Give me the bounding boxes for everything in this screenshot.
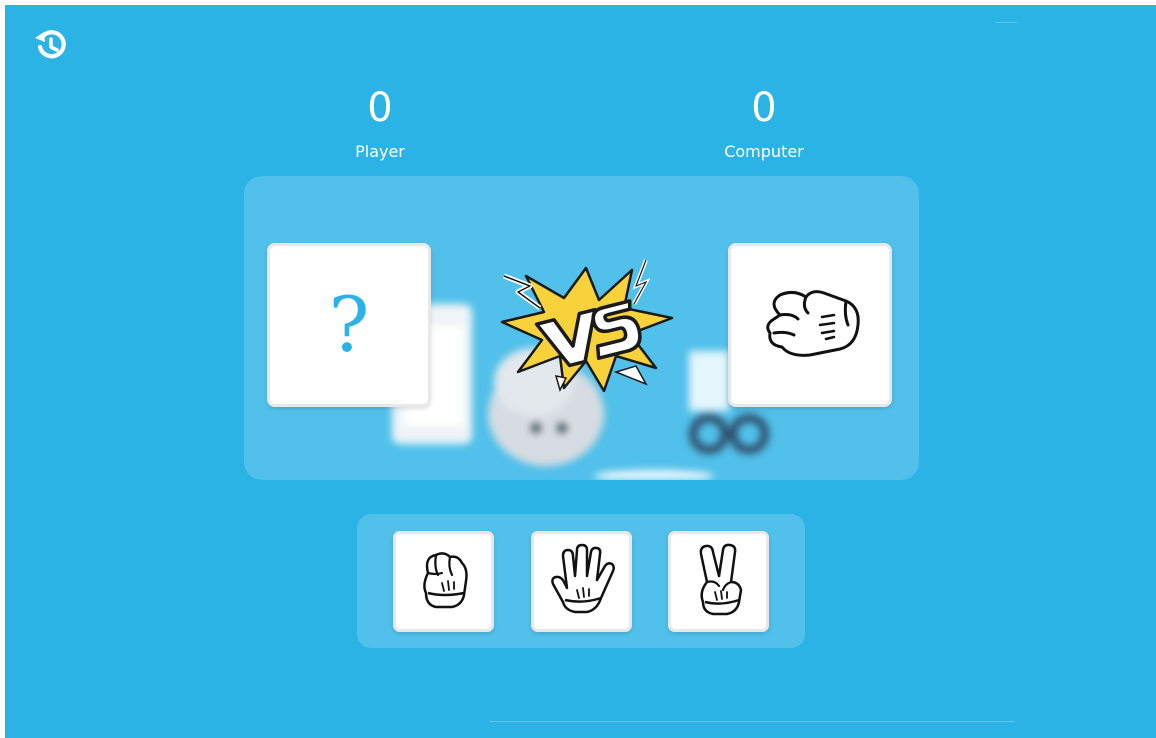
rock-hand-icon <box>766 290 860 357</box>
paper-hand-icon <box>550 543 615 613</box>
decorative-line <box>490 721 1015 722</box>
game-screen: 0 Player 0 Computer ? <box>5 5 1156 738</box>
player-choice-card: ? <box>267 243 431 407</box>
player-score: 0 Player <box>290 86 470 162</box>
player-label: Player <box>355 142 405 161</box>
choice-panel <box>357 514 805 648</box>
computer-choice-card <box>728 243 892 407</box>
history-icon <box>35 30 66 59</box>
player-score-value: 0 <box>367 85 393 131</box>
computer-score: 0 Computer <box>674 86 854 162</box>
scissors-hand-icon <box>699 543 742 615</box>
rock-hand-icon <box>422 551 468 608</box>
player-choice-question-mark: ? <box>328 280 370 369</box>
scissors-button[interactable] <box>668 531 769 632</box>
rock-button[interactable] <box>393 531 494 632</box>
computer-label: Computer <box>724 142 804 161</box>
battle-arena: ? <box>244 176 919 480</box>
history-button[interactable] <box>31 26 71 66</box>
computer-score-value: 0 <box>751 85 777 131</box>
vs-burst-icon <box>500 259 674 393</box>
decorative-line <box>995 22 1017 23</box>
paper-button[interactable] <box>531 531 632 632</box>
